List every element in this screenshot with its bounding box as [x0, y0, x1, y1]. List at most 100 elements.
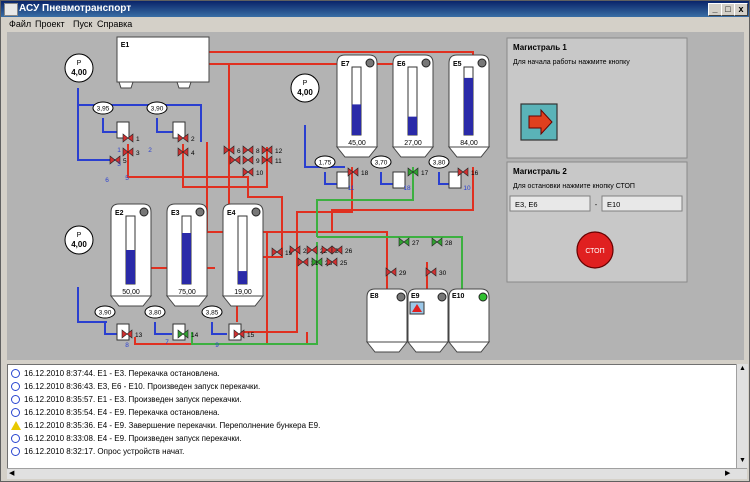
menu-start[interactable]: Пуск [73, 19, 92, 29]
valve-27[interactable]: 27 [398, 237, 420, 247]
valve-icon [289, 245, 301, 255]
pressure-value: 4,00 [71, 68, 87, 77]
valve-30[interactable]: 30 [425, 267, 447, 277]
receiver-e9[interactable]: E9 [406, 288, 450, 353]
bunker-e3[interactable]: E3 75,00 [165, 203, 209, 307]
valve-number: 11 [275, 158, 282, 165]
log-entry[interactable]: 16.12.2010 8:32:17. Опрос устройств нача… [8, 446, 734, 458]
menu-help[interactable]: Справка [97, 19, 132, 29]
bunker-level-value: 45,00 [348, 140, 366, 147]
bunker-name: E7 [341, 61, 350, 68]
window-title: АСУ Пневмотранспорт [19, 3, 132, 14]
log-vertical-scrollbar[interactable]: ▲ ▼ [736, 364, 748, 468]
status-lamp [478, 292, 488, 302]
bunker-name: E6 [397, 61, 406, 68]
status-lamp [477, 58, 487, 68]
event-log[interactable]: 16.12.2010 8:37:44. E1 - E3. Перекачка о… [7, 364, 737, 470]
line-tag: 11 [348, 185, 355, 192]
close-button[interactable]: x [734, 3, 748, 16]
air-pipe [154, 322, 172, 335]
info-icon [11, 395, 20, 404]
route-to-value: E10 [607, 200, 620, 209]
valve-number: 17 [421, 170, 429, 177]
valve-8[interactable]: 8 [242, 145, 260, 155]
panel-line-1-title: Магистраль 1 [513, 43, 567, 52]
valve-28[interactable]: 28 [431, 237, 453, 247]
menu-file[interactable]: Файл [9, 19, 31, 29]
status-lamp [437, 292, 447, 302]
level-fill [126, 250, 135, 284]
maximize-button[interactable]: □ [721, 3, 735, 16]
valve-number: 8 [256, 148, 260, 155]
receiver-name: E9 [411, 293, 420, 300]
info-icon [11, 434, 20, 443]
valve-icon [425, 267, 437, 277]
receiver-cone [447, 341, 491, 353]
valve-number: 4 [191, 150, 195, 157]
log-entry[interactable]: 16.12.2010 8:35:54. E4 - E9. Перекачка о… [8, 407, 734, 419]
log-entry[interactable]: 16.12.2010 8:36:43. E3, E6 - E10. Произв… [8, 381, 734, 393]
log-entry[interactable]: 16.12.2010 8:35:36. E4 - E9. Завершение … [8, 420, 734, 432]
valve-icon [229, 155, 241, 165]
valve-number: 13 [135, 332, 143, 339]
valve-number: 2 [191, 136, 195, 143]
valve-6[interactable]: 6 [223, 145, 241, 155]
valve-icon [398, 237, 410, 247]
info-icon [11, 408, 20, 417]
log-entry-text: 16.12.2010 8:35:36. E4 - E9. Завершение … [24, 421, 321, 430]
pressure-gauge: P4,00 [64, 225, 94, 255]
scroll-left-icon[interactable]: ◀ [9, 469, 14, 477]
level-fill [352, 104, 361, 135]
valve-12[interactable]: 12 [261, 145, 283, 155]
app-window: АСУ Пневмотранспорт _ □ x Файл Проект Пу… [0, 0, 750, 482]
title-bar: АСУ Пневмотранспорт _ □ x [1, 1, 749, 17]
air-pipe [104, 322, 117, 335]
valve-11[interactable]: 11 [261, 155, 282, 165]
scroll-up-icon[interactable]: ▲ [739, 365, 746, 372]
pressure-label: P [77, 232, 82, 239]
line-pressure-value: 3,80 [433, 160, 446, 167]
log-entry-text: 16.12.2010 8:32:17. Опрос устройств нача… [24, 447, 185, 456]
log-entry[interactable]: 16.12.2010 8:33:08. E4 - E9. Произведен … [8, 433, 734, 445]
log-entry[interactable]: 16.12.2010 8:35:57. E1 - E3. Произведен … [8, 394, 734, 406]
receiver-cone [406, 341, 450, 353]
valve-3[interactable]: 3 [122, 147, 140, 157]
valve-17[interactable]: 17 [407, 167, 429, 177]
bunker-level-value: 84,00 [460, 140, 478, 147]
receiver-e8[interactable]: E8 [365, 288, 409, 353]
bunker-e7[interactable]: E7 45,00 [335, 54, 379, 158]
bunker-e6[interactable]: E6 27,00 [391, 54, 435, 158]
line-pressure-value: 3,70 [375, 160, 388, 167]
scroll-right-icon[interactable]: ▶ [725, 469, 730, 477]
log-horizontal-scrollbar[interactable]: ◀ ▶ [7, 468, 747, 479]
panel-line-2-title: Магистраль 2 [513, 167, 567, 176]
scroll-down-icon[interactable]: ▼ [739, 457, 746, 464]
menu-bar: Файл Проект Пуск Справка [1, 17, 749, 31]
line-tag: 18 [403, 185, 411, 192]
menu-project[interactable]: Проект [35, 19, 65, 29]
bunker-e5[interactable]: E5 84,00 [447, 54, 491, 158]
valve-10[interactable]: 10 [242, 167, 264, 177]
panel-line-2-text: Для остановки нажмите кнопку СТОП [513, 183, 635, 190]
pressure-gauge: P4,00 [64, 53, 94, 83]
minimize-button[interactable]: _ [708, 3, 722, 16]
valve-number: 28 [445, 240, 453, 247]
valve-4[interactable]: 4 [177, 147, 195, 157]
line-tag: 10 [463, 185, 471, 192]
bunker-level-value: 19,00 [234, 289, 252, 296]
valve-icon [271, 247, 283, 257]
receiver-cone [365, 341, 409, 353]
valve-number: 10 [256, 170, 264, 177]
log-entry-text: 16.12.2010 8:36:43. E3, E6 - E10. Произв… [24, 382, 261, 391]
green-pipe [317, 236, 463, 297]
status-lamp [396, 292, 406, 302]
bunker-e4[interactable]: E4 19,00 [221, 203, 265, 307]
receiver-e10[interactable]: E10 [447, 288, 491, 353]
bunker-e1[interactable] [116, 36, 210, 83]
log-entry[interactable]: 16.12.2010 8:37:44. E1 - E3. Перекачка о… [8, 368, 734, 380]
valve-icon [306, 245, 318, 255]
valve-29[interactable]: 29 [385, 267, 407, 277]
line-tag: 9 [215, 342, 219, 349]
bunker-e2[interactable]: E2 50,00 [109, 203, 153, 307]
level-fill [464, 77, 473, 135]
